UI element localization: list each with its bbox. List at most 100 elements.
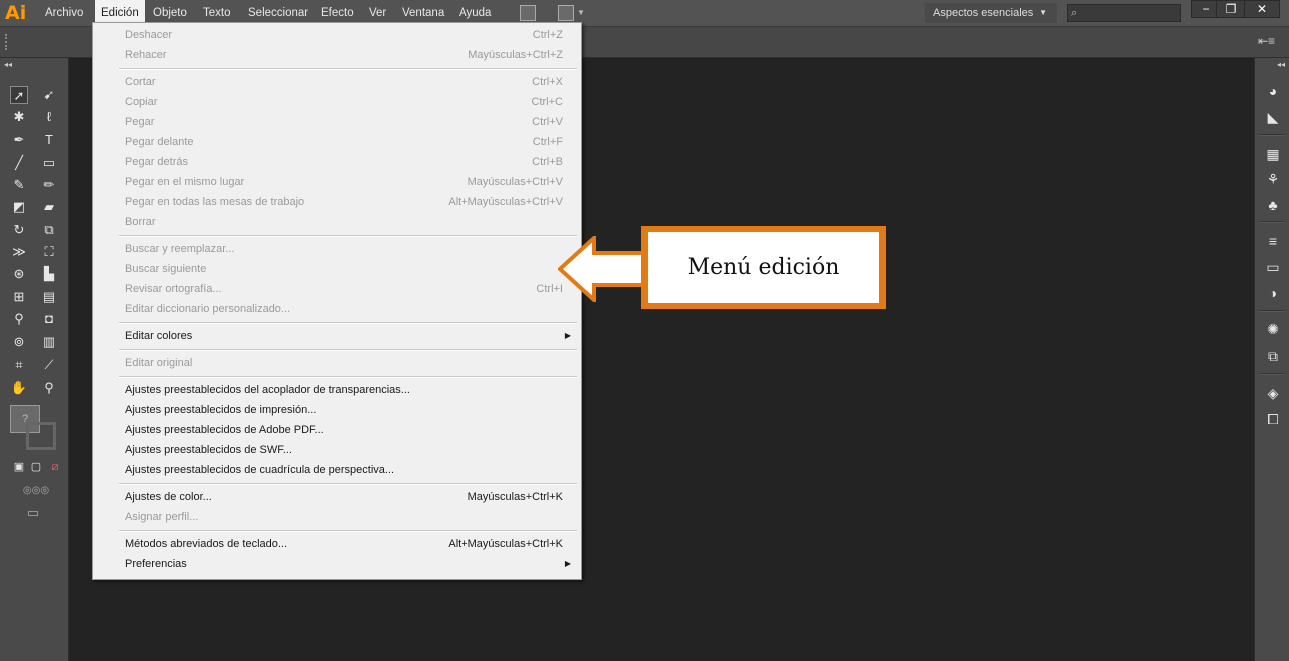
menu-item-preferencias[interactable]: Preferencias ▶ (93, 554, 581, 574)
symbol-sprayer-tool-icon[interactable]: ⊚ (10, 333, 28, 351)
symbols-panel-icon[interactable]: ♣ (1264, 196, 1282, 214)
appearance-panel-icon[interactable]: ✺ (1264, 320, 1282, 338)
menu-item-revisar-ortografia[interactable]: Revisar ortografía... Ctrl+I (93, 279, 581, 299)
close-button[interactable]: ✕ (1244, 0, 1280, 18)
menu-item-label: Buscar y reemplazar... (125, 243, 235, 255)
blob-brush-tool-icon[interactable]: ◩ (10, 198, 28, 216)
lasso-tool-icon[interactable]: ℓ (40, 108, 58, 126)
scale-tool-icon[interactable]: ⧉ (40, 221, 58, 239)
menu-item-pegar-detras[interactable]: Pegar detrás Ctrl+B (93, 152, 581, 172)
app-logo: Ai (5, 2, 27, 24)
stroke-panel-icon[interactable]: ≡ (1264, 232, 1282, 250)
menu-item-shortcut: Ctrl+C (531, 96, 563, 108)
width-tool-icon[interactable]: ≫ (10, 243, 28, 261)
eyedropper-tool-icon[interactable]: ⚲ (10, 310, 28, 328)
zoom-tool-icon[interactable]: ⚲ (40, 379, 58, 397)
color-guide-panel-icon[interactable]: ◣ (1264, 108, 1282, 126)
layers-panel-icon[interactable]: ◈ (1264, 384, 1282, 402)
type-tool-icon[interactable]: T (40, 131, 58, 149)
menu-item-label: Ajustes preestablecidos de SWF... (125, 444, 292, 456)
pencil-tool-icon[interactable]: ✏ (40, 176, 58, 194)
transparency-panel-icon[interactable]: ◑ (1264, 284, 1282, 302)
restore-button[interactable]: ❐ (1216, 0, 1246, 18)
selection-tool-icon[interactable]: ➚ (10, 86, 28, 104)
rectangle-tool-icon[interactable]: ▭ (40, 154, 58, 172)
arrange-documents-icon[interactable] (558, 5, 574, 21)
menu-item-ajustes-preestablecidos-de-cuadricula-de-perspectiva[interactable]: Ajustes preestablecidos de cuadrícula de… (93, 460, 581, 480)
edit-menu-dropdown: Deshacer Ctrl+Z Rehacer Mayúsculas+Ctrl+Z Co… (92, 22, 582, 580)
submenu-arrow-icon: ▶ (564, 331, 571, 340)
gradient-tool-icon[interactable]: ▤ (40, 288, 58, 306)
menu-item-copiar[interactable]: Copiar Ctrl+C (93, 92, 581, 112)
workspace-label: Aspectos esenciales (933, 7, 1034, 19)
menu-separator (119, 349, 577, 351)
color-panel-icon[interactable]: ◕ (1264, 82, 1282, 100)
menu-item-pegar[interactable]: Pegar Ctrl+V (93, 112, 581, 132)
menu-item-label: Ajustes preestablecidos de cuadrícula de… (125, 464, 395, 476)
perspective-grid-tool-icon[interactable]: ▙ (40, 265, 58, 283)
menu-item-editar-original[interactable]: Editar original (93, 353, 581, 373)
artboards-panel-icon[interactable]: ⧠ (1264, 410, 1282, 428)
none-mode-icon[interactable]: ⧄ (46, 458, 64, 476)
menu-item-ajustes-preestablecidos-de-swf[interactable]: Ajustes preestablecidos de SWF... (93, 440, 581, 460)
menu-item-label: Deshacer (125, 29, 173, 41)
menu-item-metodos-abreviados-de-teclado[interactable]: Métodos abreviados de teclado... Alt+Mayú… (93, 534, 581, 554)
menu-item-cortar[interactable]: Cortar Ctrl+X (93, 72, 581, 92)
bridge-icon[interactable] (520, 5, 536, 21)
screen-mode-icon[interactable]: ▭ (24, 504, 42, 522)
menu-item-label: Ajustes preestablecidos de impresión... (125, 404, 317, 416)
column-graph-tool-icon[interactable]: ▥ (40, 333, 58, 351)
menu-item-label: Métodos abreviados de teclado... (125, 538, 288, 550)
menu-item-ajustes-de-color[interactable]: Ajustes de color... Mayúsculas+Ctrl+K (93, 487, 581, 507)
menu-item-pegar-en-todas-las-mesas-de-trabajo[interactable]: Pegar en todas las mesas de trabajo Alt+M… (93, 192, 581, 212)
search-input[interactable]: ⌕ (1067, 4, 1181, 22)
menu-item-shortcut: Alt+Mayúsculas+Ctrl+V (448, 196, 563, 208)
menu-item-deshacer[interactable]: Deshacer Ctrl+Z (93, 25, 581, 45)
gradient-panel-icon[interactable]: ▭ (1264, 258, 1282, 276)
free-transform-tool-icon[interactable]: ⛶ (40, 243, 58, 261)
collapse-icon[interactable]: ◂◂ (1277, 60, 1285, 69)
menu-item-rehacer[interactable]: Rehacer Mayúsculas+Ctrl+Z (93, 45, 581, 65)
workspace-switcher[interactable]: Aspectos esenciales ▼ (925, 3, 1057, 23)
menu-item-buscar-y-reemplazar[interactable]: Buscar y reemplazar... (93, 239, 581, 259)
menu-archivo[interactable]: Archivo (45, 0, 83, 27)
drawing-modes-icon[interactable]: ◎◎◎ (8, 482, 64, 500)
menu-item-asignar-perfil[interactable]: Asignar perfil... (93, 507, 581, 527)
menu-item-label: Editar diccionario personalizado... (125, 303, 291, 315)
menu-item-label: Buscar siguiente (125, 263, 207, 275)
stroke-swatch[interactable] (26, 422, 56, 450)
magic-wand-tool-icon[interactable]: ✱ (10, 108, 28, 126)
menu-separator (119, 483, 577, 485)
gradient-mode-icon[interactable]: ▢ (27, 458, 45, 476)
panel-menu-icon[interactable]: ⇤≡ (1258, 34, 1275, 48)
graphic-styles-panel-icon[interactable]: ⧉ (1264, 347, 1282, 365)
menu-item-ajustes-preestablecidos-del-acoplador-de-transparencias[interactable]: Ajustes preestablecidos del acoplador de… (93, 380, 581, 400)
hand-tool-icon[interactable]: ✋ (10, 379, 28, 397)
line-tool-icon[interactable]: ╱ (10, 154, 28, 172)
menu-item-pegar-delante[interactable]: Pegar delante Ctrl+F (93, 132, 581, 152)
drag-handle[interactable] (5, 34, 9, 50)
pen-tool-icon[interactable]: ✒ (10, 131, 28, 149)
menu-item-borrar[interactable]: Borrar (93, 212, 581, 232)
eraser-tool-icon[interactable]: ▰ (40, 198, 58, 216)
rotate-tool-icon[interactable]: ↻ (10, 221, 28, 239)
artboard-tool-icon[interactable]: ⌗ (10, 356, 28, 374)
menu-item-pegar-en-el-mismo-lugar[interactable]: Pegar en el mismo lugar Mayúsculas+Ctrl+V (93, 172, 581, 192)
mesh-tool-icon[interactable]: ⊞ (10, 288, 28, 306)
direct-selection-tool-icon[interactable]: ➹ (40, 86, 58, 104)
paintbrush-tool-icon[interactable]: ✎ (10, 176, 28, 194)
menu-item-editar-colores[interactable]: Editar colores ▶ (93, 326, 581, 346)
collapse-icon[interactable]: ◂◂ (4, 60, 12, 69)
color-mode-icon[interactable]: ▣ (10, 458, 28, 476)
menu-item-buscar-siguiente[interactable]: Buscar siguiente (93, 259, 581, 279)
menu-item-editar-diccionario-personalizado[interactable]: Editar diccionario personalizado... (93, 299, 581, 319)
chevron-down-icon[interactable]: ▼ (577, 8, 585, 17)
menu-item-label: Ajustes preestablecidos del acoplador de… (125, 384, 410, 396)
shape-builder-tool-icon[interactable]: ⊛ (10, 265, 28, 283)
blend-tool-icon[interactable]: ◘ (40, 310, 58, 328)
slice-tool-icon[interactable]: ⟋ (40, 356, 58, 374)
menu-item-ajustes-preestablecidos-de-impresion[interactable]: Ajustes preestablecidos de impresión... (93, 400, 581, 420)
brushes-panel-icon[interactable]: ⚘ (1264, 170, 1282, 188)
menu-item-ajustes-preestablecidos-de-adobe-pdf[interactable]: Ajustes preestablecidos de Adobe PDF... (93, 420, 581, 440)
swatches-panel-icon[interactable]: ▦ (1264, 145, 1282, 163)
